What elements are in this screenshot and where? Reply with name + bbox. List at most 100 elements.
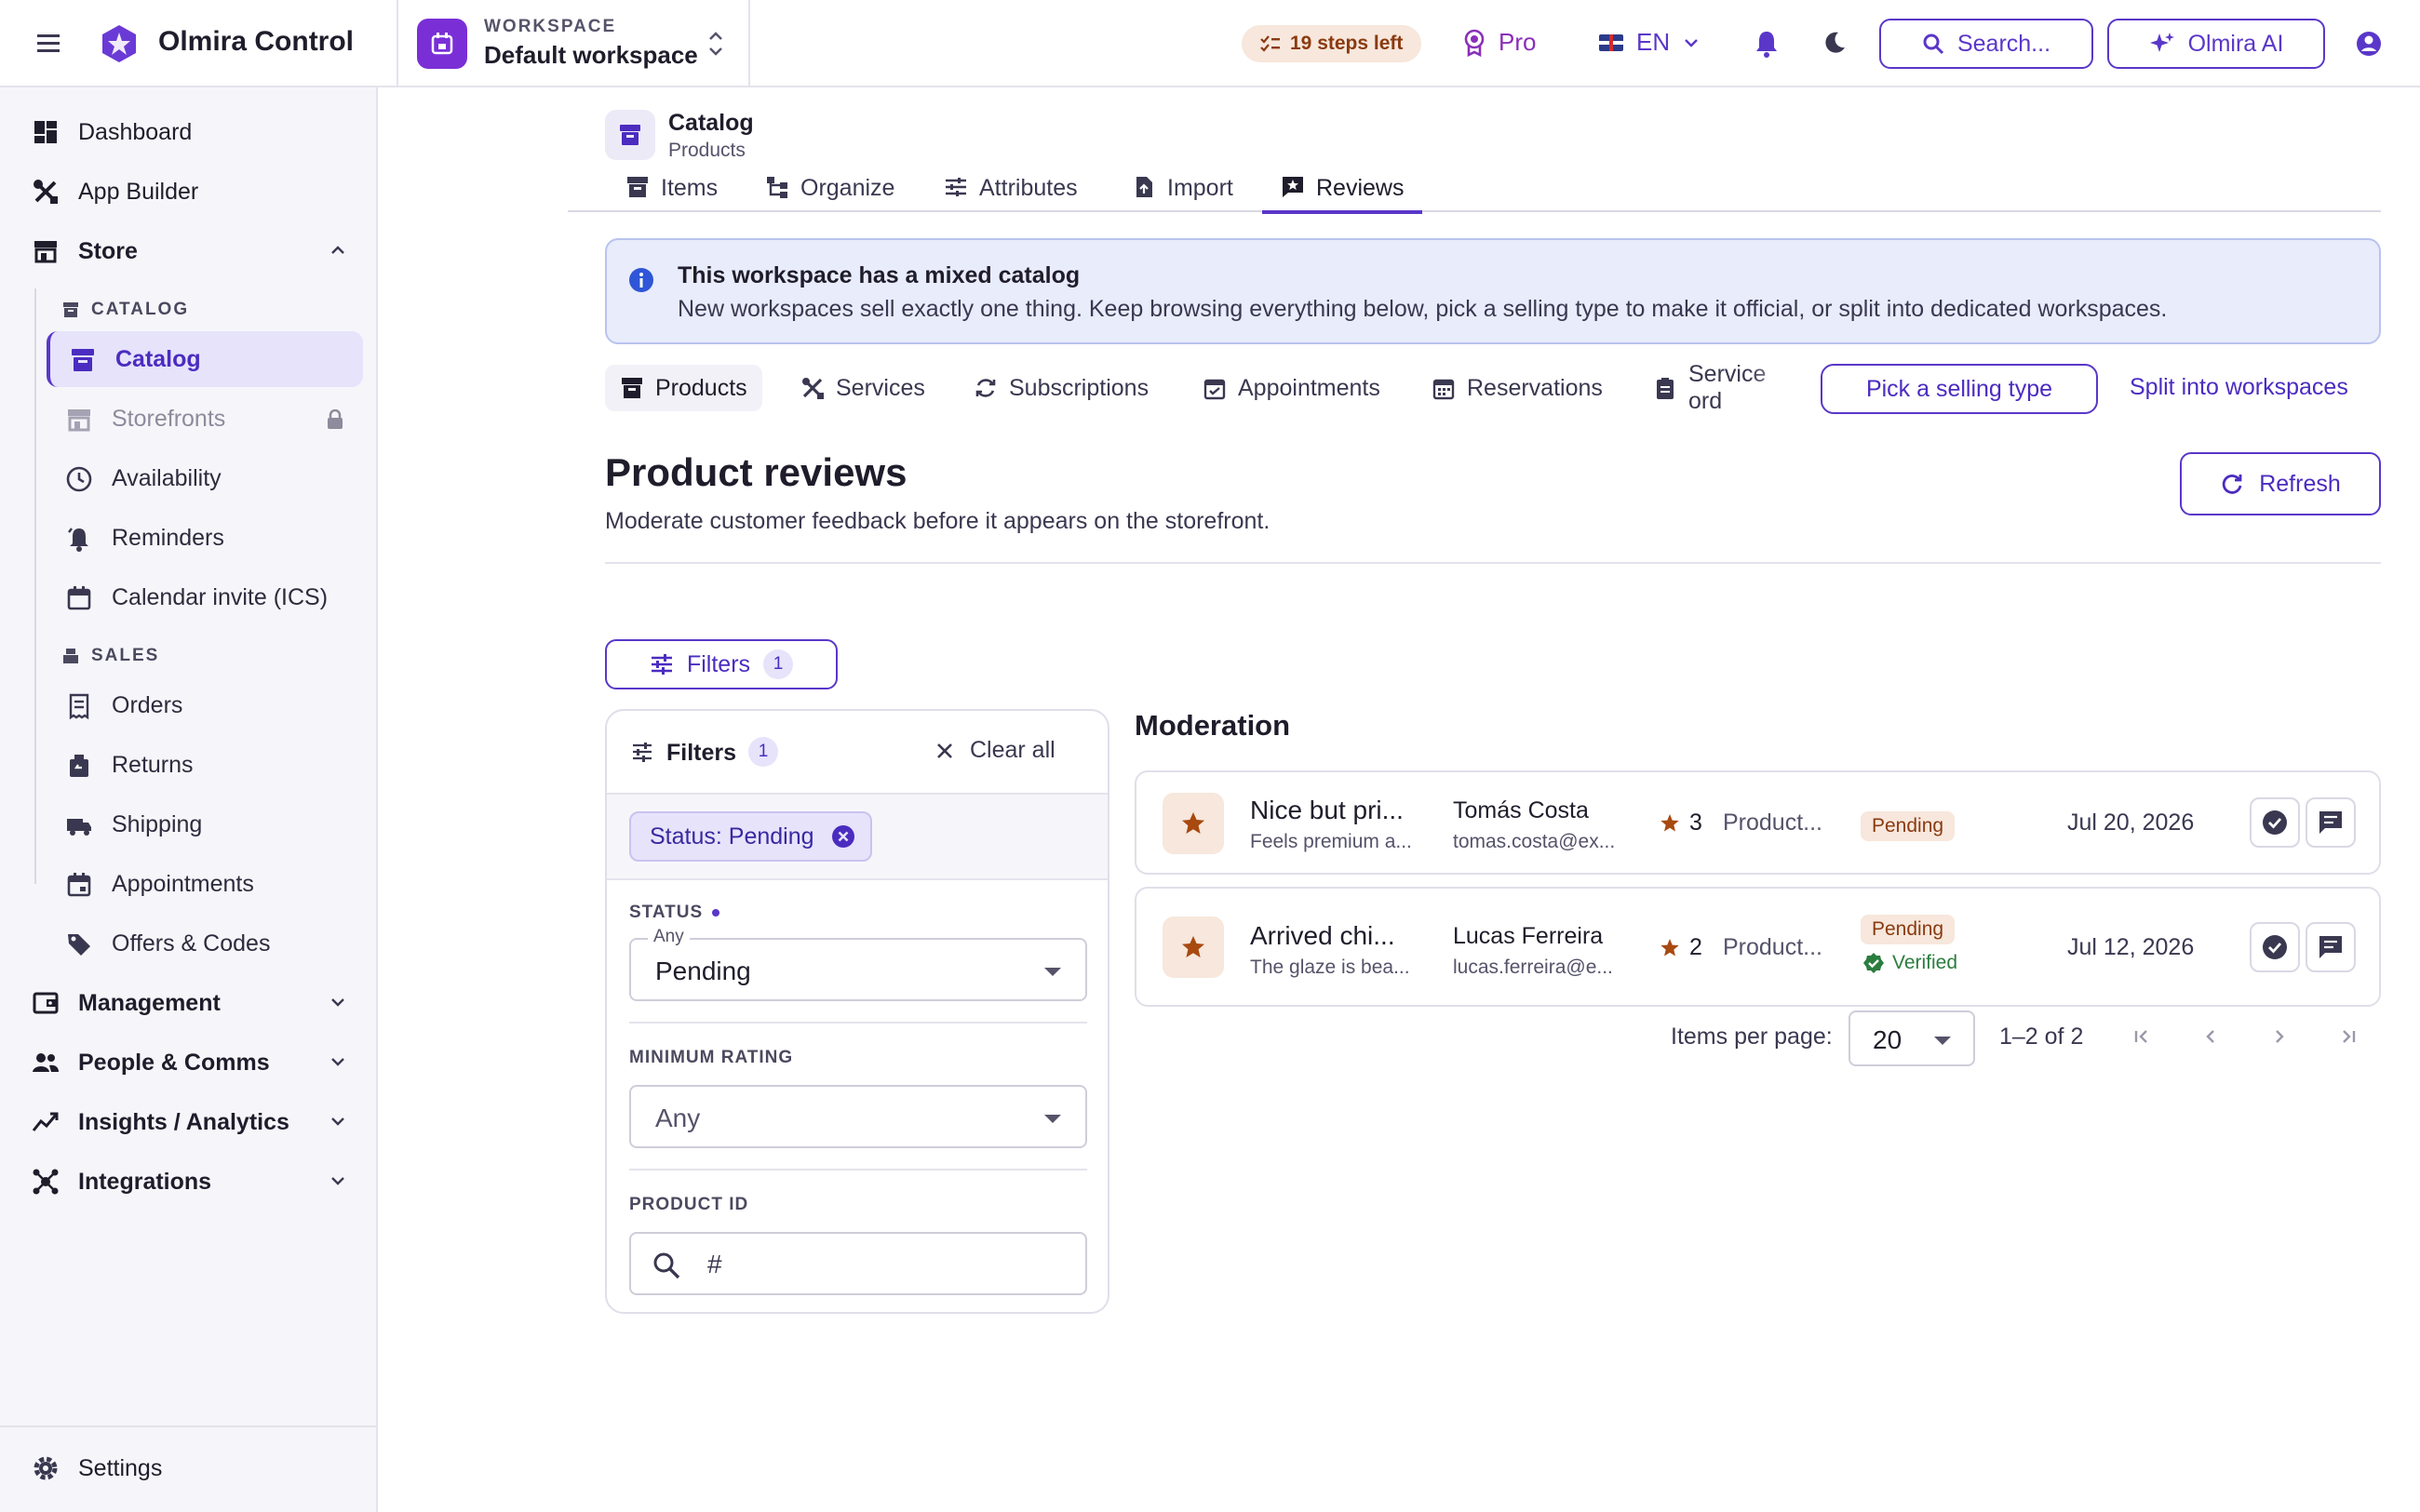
archive-icon: [61, 301, 80, 319]
split-workspaces-link[interactable]: Split into workspaces: [2130, 374, 2348, 401]
unfold-icon: [706, 28, 726, 60]
sidebar-item-returns[interactable]: Returns: [47, 737, 363, 793]
banner-title: This workspace has a mixed catalog: [678, 262, 1081, 288]
status-filter-label: STATUS: [629, 903, 720, 923]
sidebar-item-settings[interactable]: Settings: [0, 1440, 378, 1496]
status-select-legend: Any: [648, 927, 690, 947]
refresh-icon: [2220, 472, 2244, 496]
selling-tab-reservations[interactable]: Reservations: [1417, 365, 1618, 411]
selling-type-tabs: Products Services Subscriptions Appointm…: [605, 365, 1806, 413]
product-id-field[interactable]: [629, 1232, 1087, 1295]
filter-panel: Filters 1 Clear all Status: Pending STAT…: [605, 709, 1109, 1314]
sidebar-item-appointments[interactable]: Appointments: [47, 856, 363, 912]
sidebar-item-integrations[interactable]: Integrations: [0, 1154, 378, 1210]
workspace-switcher[interactable]: WORKSPACE Default workspace: [397, 0, 750, 87]
plan-badge[interactable]: Pro: [1463, 28, 1536, 57]
tab-attributes[interactable]: Attributes: [944, 175, 1078, 212]
account-circle-icon[interactable]: [2355, 30, 2383, 58]
review-date: Jul 20, 2026: [2067, 810, 2195, 836]
selling-tab-services[interactable]: Services: [786, 365, 940, 411]
comment-icon: [2317, 933, 2345, 961]
rating-value: 3: [1689, 810, 1702, 836]
verified-badge: Verified: [1862, 952, 1957, 974]
dark-mode-moon-icon[interactable]: [1821, 29, 1849, 57]
filters-toggle-button[interactable]: Filters 1: [605, 639, 838, 689]
status-select[interactable]: Any Pending: [629, 927, 1087, 1001]
approve-button[interactable]: [2250, 797, 2300, 848]
ai-assistant-button[interactable]: Olmira AI: [2107, 19, 2325, 69]
first-page-icon[interactable]: [2127, 1022, 2157, 1051]
selling-tab-subscriptions[interactable]: Subscriptions: [959, 365, 1163, 411]
refresh-button[interactable]: Refresh: [2180, 452, 2381, 515]
review-row[interactable]: Nice but pri... Feels premium a... Tomás…: [1135, 770, 2381, 875]
next-page-icon[interactable]: [2265, 1022, 2294, 1051]
sidebar-item-storefronts[interactable]: Storefronts: [47, 391, 363, 447]
catalog-breadcrumb-icon: [605, 110, 655, 160]
selling-tab-appointments[interactable]: Appointments: [1188, 365, 1395, 411]
moderation-title: Moderation: [1135, 709, 1291, 742]
alarm-bell-icon: [65, 525, 93, 553]
previous-page-icon[interactable]: [2196, 1022, 2225, 1051]
review-star-icon: [1163, 793, 1224, 854]
approve-button[interactable]: [2250, 922, 2300, 972]
selling-tab-label: Reservations: [1467, 374, 1603, 401]
page-subtitle: Moderate customer feedback before it app…: [605, 508, 1270, 534]
min-rating-select[interactable]: Any: [629, 1085, 1087, 1148]
remove-chip-icon[interactable]: [831, 824, 855, 849]
search-button-label: Search...: [1956, 30, 2051, 57]
sidebar-item-availability[interactable]: Availability: [47, 450, 363, 506]
sidebar-item-people-comms[interactable]: People & Comms: [0, 1035, 378, 1091]
product-id-filter-label: PRODUCT ID: [629, 1195, 749, 1214]
chevron-down-icon: [329, 1174, 346, 1187]
calendar-month-icon: [1432, 376, 1456, 400]
notifications-bell-icon[interactable]: [1754, 29, 1780, 59]
checklist-icon: [1260, 34, 1281, 53]
search-button[interactable]: Search...: [1879, 19, 2093, 69]
status-label-text: STATUS: [629, 903, 704, 922]
sidebar-item-management[interactable]: Management: [0, 975, 378, 1031]
sidebar-item-shipping[interactable]: Shipping: [47, 796, 363, 852]
selling-tab-products[interactable]: Products: [605, 365, 762, 411]
reply-button[interactable]: [2306, 797, 2356, 848]
tab-import[interactable]: Import: [1132, 175, 1233, 212]
sidebar-item-label: People & Comms: [78, 1050, 270, 1076]
tab-reviews[interactable]: Reviews: [1261, 175, 1424, 214]
filters-count-badge: 1: [763, 649, 794, 679]
sidebar-item-app-builder[interactable]: App Builder: [0, 164, 378, 220]
sidebar-item-reminders[interactable]: Reminders: [47, 510, 363, 566]
catalog-section-label: CATALOG: [91, 300, 190, 319]
sidebar-item-catalog[interactable]: Catalog: [47, 331, 363, 387]
tab-items[interactable]: Items: [625, 175, 718, 212]
review-rating: 2: [1660, 934, 1702, 961]
sidebar-item-offers-codes[interactable]: Offers & Codes: [47, 916, 363, 971]
pick-selling-type-button[interactable]: Pick a selling type: [1821, 364, 2098, 414]
sidebar-item-calendar-invite[interactable]: Calendar invite (ICS): [47, 569, 363, 625]
rating-value: 2: [1689, 934, 1702, 960]
breadcrumb-title: Catalog: [668, 110, 754, 136]
items-per-page-select[interactable]: 20: [1849, 1010, 1975, 1066]
reply-button[interactable]: [2306, 922, 2356, 972]
catalog-tabs: Items Organize Attributes Import Reviews: [568, 167, 2381, 214]
review-row[interactable]: Arrived chi... The glaze is bea... Lucas…: [1135, 887, 2381, 1007]
product-id-input[interactable]: [707, 1245, 1061, 1284]
tab-organize[interactable]: Organize: [765, 175, 894, 212]
setup-steps-badge[interactable]: 19 steps left: [1242, 25, 1422, 62]
filter-divider: [629, 1022, 1087, 1024]
award-icon: [1463, 29, 1486, 57]
active-filter-chip[interactable]: Status: Pending: [629, 811, 872, 862]
close-icon: [934, 741, 955, 761]
reviewer-name: Tomás Costa: [1453, 797, 1589, 823]
sidebar-item-orders[interactable]: Orders: [47, 677, 363, 733]
sidebar-item-store[interactable]: Store: [0, 223, 378, 279]
sidebar-item-dashboard[interactable]: Dashboard: [0, 104, 378, 160]
reviewer-name: Lucas Ferreira: [1453, 923, 1604, 949]
clear-all-filters-button[interactable]: Clear all: [934, 737, 1055, 764]
min-rating-select-value: Any: [655, 1104, 701, 1132]
chip-label: Status: Pending: [650, 823, 814, 850]
language-selector[interactable]: EN: [1599, 28, 1700, 57]
last-page-icon[interactable]: [2333, 1022, 2363, 1051]
menu-icon[interactable]: [34, 31, 67, 57]
sidebar-item-insights[interactable]: Insights / Analytics: [0, 1094, 378, 1150]
tree-icon: [765, 175, 789, 199]
search-icon: [1922, 33, 1944, 55]
